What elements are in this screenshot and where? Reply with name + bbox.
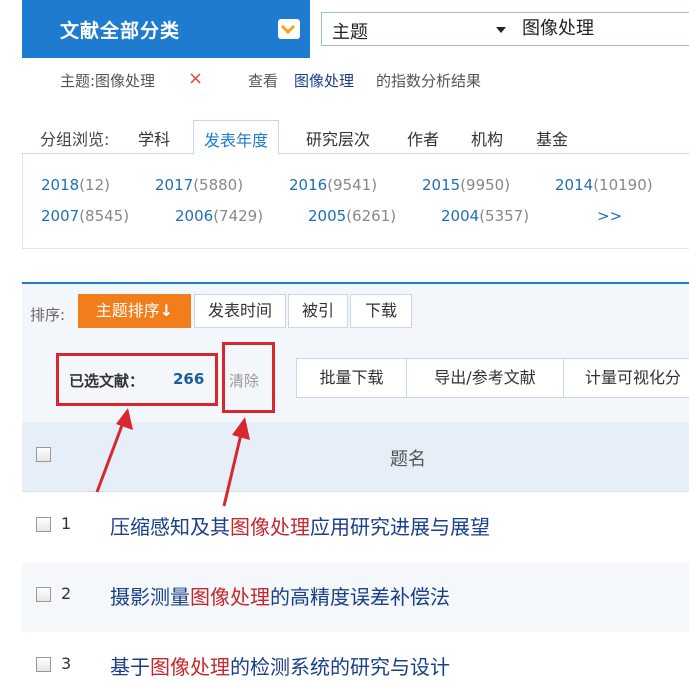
row-checkbox[interactable] bbox=[36, 517, 51, 532]
row-number: 2 bbox=[61, 584, 72, 603]
group-browse-panel: 分组浏览: 学科 发表年度 研究层次 作者 机构 基金 2018(12) 201… bbox=[22, 120, 689, 249]
group-tabs: 分组浏览: 学科 发表年度 研究层次 作者 机构 基金 bbox=[22, 120, 689, 155]
sort-bar: 排序: 主题排序↓ 发表时间 被引 下载 bbox=[22, 284, 689, 342]
clear-highlight: 清除 bbox=[222, 342, 275, 413]
row-number: 3 bbox=[61, 654, 72, 673]
caret-down-icon bbox=[496, 27, 506, 33]
index-analysis-suffix: 的指数分析结果 bbox=[376, 72, 482, 90]
row-checkbox[interactable] bbox=[36, 657, 51, 672]
tab-author[interactable]: 作者 bbox=[407, 126, 439, 150]
year-item[interactable]: 2017(5880) bbox=[155, 176, 243, 194]
sort-label: 排序: bbox=[30, 306, 66, 324]
view-label: 查看 bbox=[248, 72, 279, 90]
search-field-select[interactable]: 主题 bbox=[321, 12, 516, 46]
article-title-link[interactable]: 基于图像处理的检测系统的研究与设计 bbox=[110, 651, 450, 680]
sort-by-citation-button[interactable]: 被引 bbox=[288, 294, 348, 328]
category-label: 文献全部分类 bbox=[60, 20, 181, 42]
table-header: 题名 bbox=[22, 422, 689, 492]
selected-count-highlight: 已选文献： 266 bbox=[56, 353, 218, 406]
tab-institution[interactable]: 机构 bbox=[471, 126, 503, 150]
article-title-link[interactable]: 摄影测量图像处理的高精度误差补偿法 bbox=[110, 581, 450, 610]
sort-by-topic-button[interactable]: 主题排序↓ bbox=[78, 294, 191, 328]
row-number: 1 bbox=[61, 514, 72, 533]
select-all-checkbox[interactable] bbox=[36, 447, 51, 462]
selected-label: 已选文献： bbox=[69, 372, 145, 390]
group-browse-label: 分组浏览: bbox=[40, 130, 110, 149]
table-row: 3 基于图像处理的检测系统的研究与设计 bbox=[22, 632, 689, 681]
clear-button[interactable]: 清除 bbox=[229, 370, 259, 391]
sort-by-download-button[interactable]: 下载 bbox=[350, 294, 412, 328]
table-row: 1 压缩感知及其图像处理应用研究进展与展望 bbox=[22, 492, 689, 562]
search-field-value: 主题 bbox=[332, 22, 368, 43]
tab-research-level[interactable]: 研究层次 bbox=[306, 126, 370, 150]
index-analysis-link[interactable]: 图像处理 bbox=[294, 70, 354, 91]
results-panel: 排序: 主题排序↓ 发表时间 被引 下载 已选文献： 266 清除 批量下载 导… bbox=[22, 282, 689, 681]
year-item[interactable]: 2016(9541) bbox=[289, 176, 377, 194]
tab-publication-year[interactable]: 发表年度 bbox=[193, 120, 280, 155]
visual-analysis-button[interactable]: 计量可视化分 bbox=[563, 358, 689, 398]
export-references-button[interactable]: 导出/参考文献 bbox=[406, 358, 564, 398]
category-dropdown-button[interactable]: 文献全部分类 bbox=[22, 0, 310, 58]
more-years-link[interactable]: >> bbox=[597, 207, 622, 225]
year-item[interactable]: 2004(5357) bbox=[441, 207, 529, 225]
column-title-header: 题名 bbox=[390, 449, 426, 470]
top-search-bar: 文献全部分类 主题 图像处理 bbox=[0, 0, 689, 58]
table-row: 2 摄影测量图像处理的高精度误差补偿法 bbox=[22, 562, 689, 632]
sort-by-date-button[interactable]: 发表时间 bbox=[194, 294, 286, 328]
year-item[interactable]: 2015(9950) bbox=[422, 176, 510, 194]
arrow-down-icon: ↓ bbox=[159, 301, 174, 320]
search-input[interactable]: 图像处理 bbox=[514, 12, 689, 46]
year-item[interactable]: 2005(6261) bbox=[308, 207, 396, 225]
row-checkbox[interactable] bbox=[36, 587, 51, 602]
year-item[interactable]: 2018(12) bbox=[41, 176, 110, 194]
article-title-link[interactable]: 压缩感知及其图像处理应用研究进展与展望 bbox=[110, 511, 490, 540]
selection-bar: 已选文献： 266 清除 批量下载 导出/参考文献 计量可视化分 bbox=[22, 342, 689, 422]
tab-fund[interactable]: 基金 bbox=[536, 126, 568, 150]
remove-filter-icon[interactable]: × bbox=[188, 68, 203, 89]
batch-download-button[interactable]: 批量下载 bbox=[296, 358, 407, 398]
year-item[interactable]: 2007(8545) bbox=[41, 207, 129, 225]
filter-tag: 主题:图像处理 bbox=[60, 72, 156, 90]
year-item[interactable]: 2014(10190) bbox=[555, 176, 653, 194]
chevron-down-icon[interactable] bbox=[278, 19, 300, 39]
year-item[interactable]: 2006(7429) bbox=[175, 207, 263, 225]
tab-subject[interactable]: 学科 bbox=[138, 126, 170, 150]
year-list: 2018(12) 2017(5880) 2016(9541) 2015(9950… bbox=[22, 154, 689, 249]
selected-count[interactable]: 266 bbox=[173, 370, 204, 388]
